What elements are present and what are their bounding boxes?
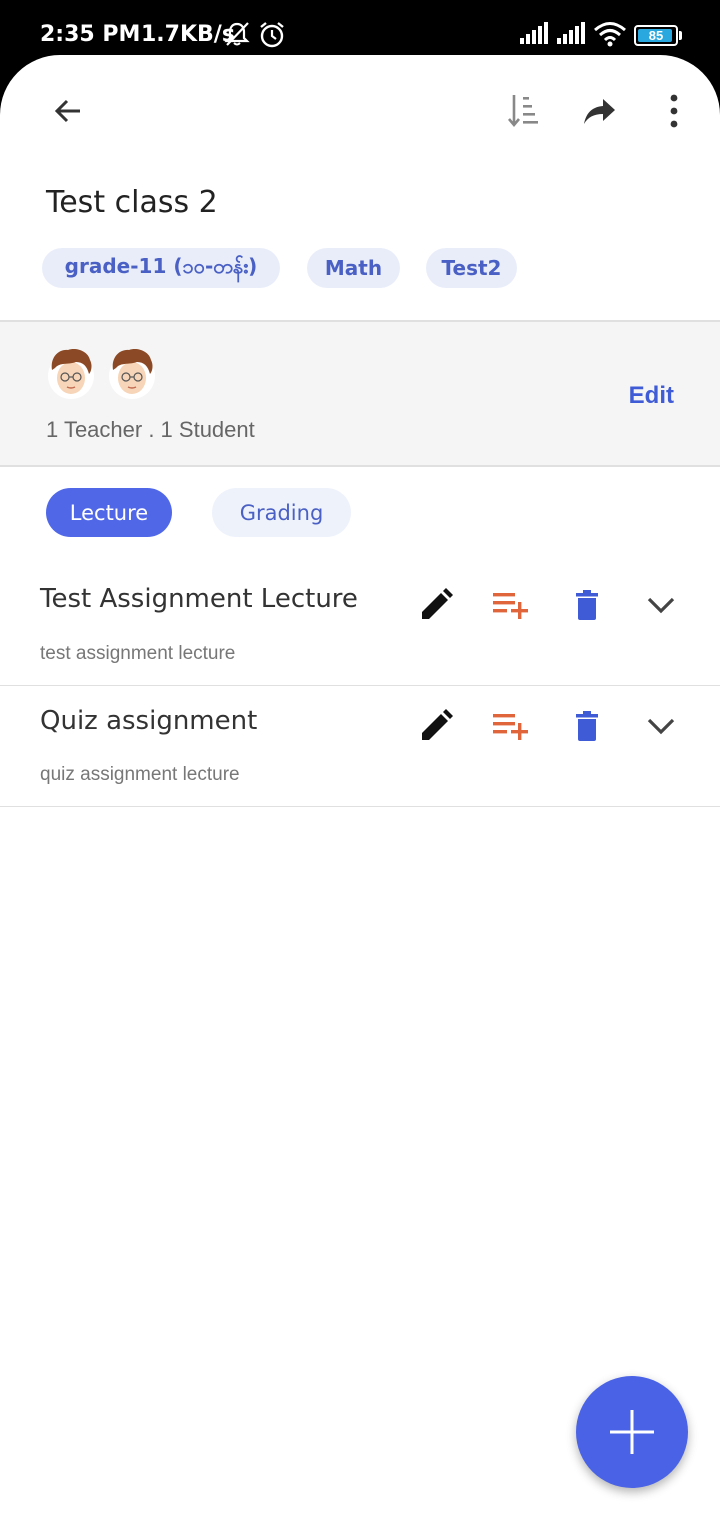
student-avatar[interactable] (107, 346, 157, 400)
add-to-list-button[interactable] (489, 704, 533, 748)
share-icon (584, 99, 615, 124)
lecture-item[interactable]: Quiz assignment quiz assignment lecture (0, 686, 720, 807)
tag-chip-test[interactable]: Test2 (426, 248, 517, 288)
lecture-title: Test Assignment Lecture (40, 584, 358, 614)
edit-members-button[interactable]: Edit (629, 382, 674, 410)
back-button[interactable] (44, 87, 92, 135)
expand-lecture-button[interactable] (639, 583, 683, 627)
back-arrow-icon (54, 99, 80, 123)
lecture-description: test assignment lecture (40, 643, 236, 664)
tab-grading[interactable]: Grading (212, 488, 351, 537)
edit-lecture-button[interactable] (414, 704, 458, 748)
more-vert-icon (670, 94, 678, 128)
tag-chip-subject[interactable]: Math (307, 248, 400, 288)
expand-lecture-button[interactable] (639, 704, 683, 748)
battery-nub (679, 31, 682, 40)
playlist-add-icon (493, 714, 528, 740)
lecture-description: quiz assignment lecture (40, 764, 240, 785)
share-button[interactable] (576, 87, 624, 135)
members-summary: 1 Teacher . 1 Student (46, 417, 255, 442)
chevron-down-icon (647, 718, 675, 735)
add-lecture-fab[interactable] (576, 1376, 688, 1488)
edit-lecture-button[interactable] (414, 583, 458, 627)
members-panel: 1 Teacher . 1 Student Edit (0, 320, 720, 467)
wifi-icon (594, 22, 626, 47)
lecture-title: Quiz assignment (40, 706, 258, 736)
signal-icon (520, 22, 548, 44)
page-title: Test class 2 (46, 185, 218, 220)
sort-icon (508, 95, 538, 128)
pencil-icon (422, 709, 453, 740)
trash-icon (576, 590, 598, 620)
bell-muted-icon (224, 22, 250, 46)
battery-icon: 85 (634, 25, 678, 46)
add-to-list-button[interactable] (489, 583, 533, 627)
battery-level: 85 (648, 28, 664, 43)
chevron-down-icon (647, 597, 675, 614)
status-network-speed: 1.7KB/s (141, 22, 235, 47)
tab-lecture[interactable]: Lecture (46, 488, 172, 537)
plus-icon (610, 1410, 654, 1454)
delete-lecture-button[interactable] (565, 704, 609, 748)
app-screen: Test class 2 grade-11 (၁၀-တန်း) Math Tes… (0, 55, 720, 1520)
status-time: 2:35 PM (40, 22, 141, 47)
trash-icon (576, 711, 598, 741)
lecture-item[interactable]: Test Assignment Lecture test assignment … (0, 555, 720, 686)
pencil-icon (422, 588, 453, 619)
playlist-add-icon (493, 593, 528, 619)
more-options-button[interactable] (650, 87, 698, 135)
alarm-icon (260, 22, 284, 48)
sort-button[interactable] (500, 87, 548, 135)
teacher-avatar[interactable] (46, 346, 96, 400)
delete-lecture-button[interactable] (565, 583, 609, 627)
signal-icon (557, 22, 585, 44)
tag-chip-grade[interactable]: grade-11 (၁၀-တန်း) (42, 248, 280, 288)
